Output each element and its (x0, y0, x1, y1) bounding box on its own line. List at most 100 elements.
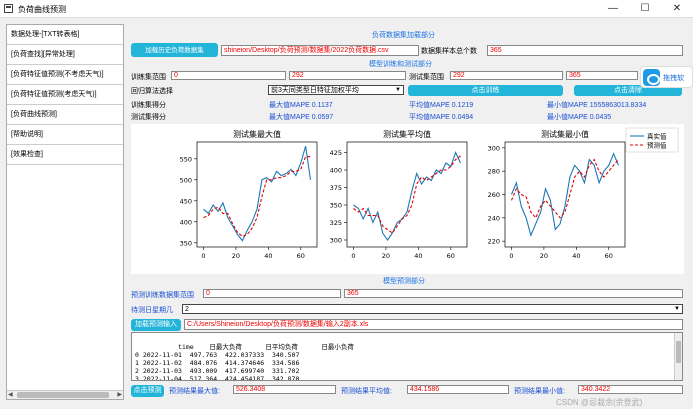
test-min-mape: 最小值MAPE 0.0435 (547, 114, 612, 121)
x-tick-label-1-3: 60 (447, 252, 455, 260)
res-min-field[interactable]: 340.3422 (578, 385, 683, 394)
chart-frame-0 (196, 141, 318, 248)
x-tick-label-0-2: 40 (264, 252, 272, 260)
y-tick-label-1-2: 350 (330, 202, 342, 210)
y-tick-label-1-3: 375 (330, 184, 342, 192)
x-tick-label-2-3: 60 (605, 252, 613, 260)
vertical-scrollbar[interactable] (674, 333, 682, 380)
scrollbar-thumb[interactable] (676, 341, 681, 363)
train-avg-mape: 平均值MAPE 0.1219 (409, 102, 474, 109)
dataset-path-field[interactable]: shineion/Desktop/负荷预测/数据集/2022负荷数据.csv (221, 45, 419, 56)
y-tick-label-2-3: 280 (488, 168, 500, 176)
train-start-field[interactable]: 0 (171, 71, 286, 80)
x-tick-label-0-1: 20 (232, 252, 240, 260)
predict-button[interactable]: 点击预测 (131, 385, 164, 397)
tab-effect-check[interactable]: [效果检查] (7, 145, 123, 165)
maximize-button[interactable]: ☐ (630, 0, 660, 17)
train-end-field[interactable]: 292 (289, 71, 406, 80)
res-min-label: 预测结果最小值: (514, 388, 565, 395)
y-tick-label-0-1: 400 (180, 218, 192, 226)
tab-data-processing[interactable]: 数据处理-[TXT转表格] (7, 25, 123, 45)
input-path-field[interactable]: C:/Users/Shineion/Desktop/负荷预测/数据集/输入2副本… (184, 319, 683, 330)
tab-curve-predict[interactable]: [负荷曲线预测] (7, 105, 123, 125)
chart-title-2: 测试集最小值 (541, 129, 589, 139)
chart-title-0: 测试集最大值 (233, 129, 281, 139)
x-tick-label-1-2: 40 (414, 252, 422, 260)
tab-help[interactable]: [帮助说明] (7, 125, 123, 145)
res-avg-label: 预测结果平均值: (341, 388, 392, 395)
res-max-field[interactable]: 526.3408 (233, 385, 336, 394)
load-dataset-button[interactable]: 加载历史负荷数据集 (131, 43, 218, 57)
y-tick-label-2-1: 240 (488, 214, 500, 222)
scrollbar-thumb[interactable] (17, 392, 109, 398)
app-window: 负荷曲线预测 — ☐ ✕ 数据处理-[TXT转表格] [负荷查找][异常处理] … (0, 0, 693, 409)
x-tick-label-2-0: 0 (509, 252, 513, 260)
test-start-field[interactable]: 292 (450, 71, 563, 80)
y-tick-label-1-1: 325 (330, 219, 342, 227)
train-range-label: 训练集范围 (131, 74, 166, 81)
test-max-mape: 最大值MAPE 0.0597 (269, 114, 334, 121)
weekday-select-value: 2 (185, 306, 189, 313)
app-icon (4, 4, 13, 13)
load-input-button[interactable]: 加载预测输入 (131, 319, 181, 331)
predict-section-title: 模型预测部分 (383, 278, 425, 285)
tab-load-search[interactable]: [负荷查找][异常处理] (7, 45, 123, 65)
weekday-select[interactable]: 2 ▼ (182, 304, 683, 314)
y-tick-label-1-5: 425 (330, 149, 342, 157)
close-button[interactable]: ✕ (662, 0, 692, 17)
y-tick-label-1-4: 400 (330, 167, 342, 175)
y-tick-label-1-0: 300 (330, 237, 342, 245)
predict-start-field[interactable]: 0 (203, 289, 341, 298)
x-tick-label-0-0: 0 (201, 252, 205, 260)
tab-feature-weather[interactable]: [负荷特征值预测(考虑天气)] (7, 85, 123, 105)
y-tick-label-2-4: 300 (488, 144, 500, 152)
train-score-label: 训练集得分 (131, 102, 166, 109)
y-tick-label-0-0: 350 (180, 239, 192, 247)
cloud-icon (643, 69, 660, 86)
chevron-down-icon: ▼ (674, 306, 680, 312)
weekday-label: 待测日星期几 (131, 307, 173, 314)
title-bar: 负荷曲线预测 — ☐ ✕ (0, 0, 693, 18)
y-tick-label-0-2: 450 (180, 197, 192, 205)
input-data-table[interactable]: time 日最大负荷 日平均负荷 日最小负荷 0 2022-11-01 497.… (131, 332, 683, 381)
chart-frame-2 (504, 141, 626, 248)
charts-svg: 测试集最大值3504004505005500 20 40 60测试集平均值300325… (180, 127, 679, 260)
legend-pred-label: 预测值 (647, 141, 667, 150)
algo-label: 回归算法选择 (131, 88, 173, 95)
load-section-title: 负荷数据集加载部分 (372, 32, 435, 39)
watermark: CSDN @忌栽余(余登武) (556, 398, 643, 407)
test-score-label: 测试集得分 (131, 114, 166, 121)
horizontal-scrollbar[interactable]: ◀ ▶ (7, 390, 123, 399)
x-tick-label-1-0: 0 (351, 252, 355, 260)
chart-frame-1 (346, 141, 468, 248)
x-tick-label-2-2: 40 (572, 252, 580, 260)
tab-list: 数据处理-[TXT转表格] [负荷查找][异常处理] [负荷特征值预测(不考虑天… (6, 24, 124, 400)
count-field[interactable]: 365 (487, 45, 683, 56)
model-section-title: 模型训练和测试部分 (369, 61, 432, 68)
test-end-field[interactable]: 365 (566, 71, 638, 80)
y-tick-label-0-3: 500 (180, 176, 192, 184)
legend-real-label: 真实值 (647, 132, 667, 141)
tab-feature-no-weather[interactable]: [负荷特征值预测(不考虑天气)] (7, 65, 123, 85)
chevron-down-icon: ▼ (395, 87, 401, 93)
input-data-text: time 日最大负荷 日平均负荷 日最小负荷 0 2022-11-01 497.… (135, 343, 354, 381)
minimize-button[interactable]: — (598, 0, 628, 17)
window-title: 负荷曲线预测 (18, 5, 66, 14)
y-tick-label-2-0: 220 (488, 238, 500, 246)
scroll-right-icon[interactable]: ▶ (117, 391, 122, 398)
algo-select[interactable]: 前3天同类型日特征加权平均 ▼ (268, 85, 404, 95)
x-tick-label-2-1: 20 (540, 252, 548, 260)
chart-area: 测试集最大值 350 400 450 500 550 0 20 40 60 测试集平均值 300 325… (131, 124, 684, 274)
predict-range-label: 预测训练数据集范围 (131, 292, 194, 299)
x-tick-label-1-1: 20 (382, 252, 390, 260)
test-avg-mape: 平均值MAPE 0.0494 (409, 114, 474, 121)
scroll-left-icon[interactable]: ◀ (8, 391, 13, 398)
floating-widget-label: 拖拽软 (663, 75, 684, 82)
floating-widget[interactable]: 拖拽软 (640, 66, 693, 88)
res-avg-field[interactable]: 434.1586 (407, 385, 509, 394)
train-button[interactable]: 点击训练 (408, 85, 563, 96)
chart-title-1: 测试集平均值 (383, 129, 431, 139)
y-tick-label-2-2: 260 (488, 191, 500, 199)
test-range-label: 测试集范围 (409, 74, 444, 81)
predict-end-field[interactable]: 365 (344, 289, 683, 298)
